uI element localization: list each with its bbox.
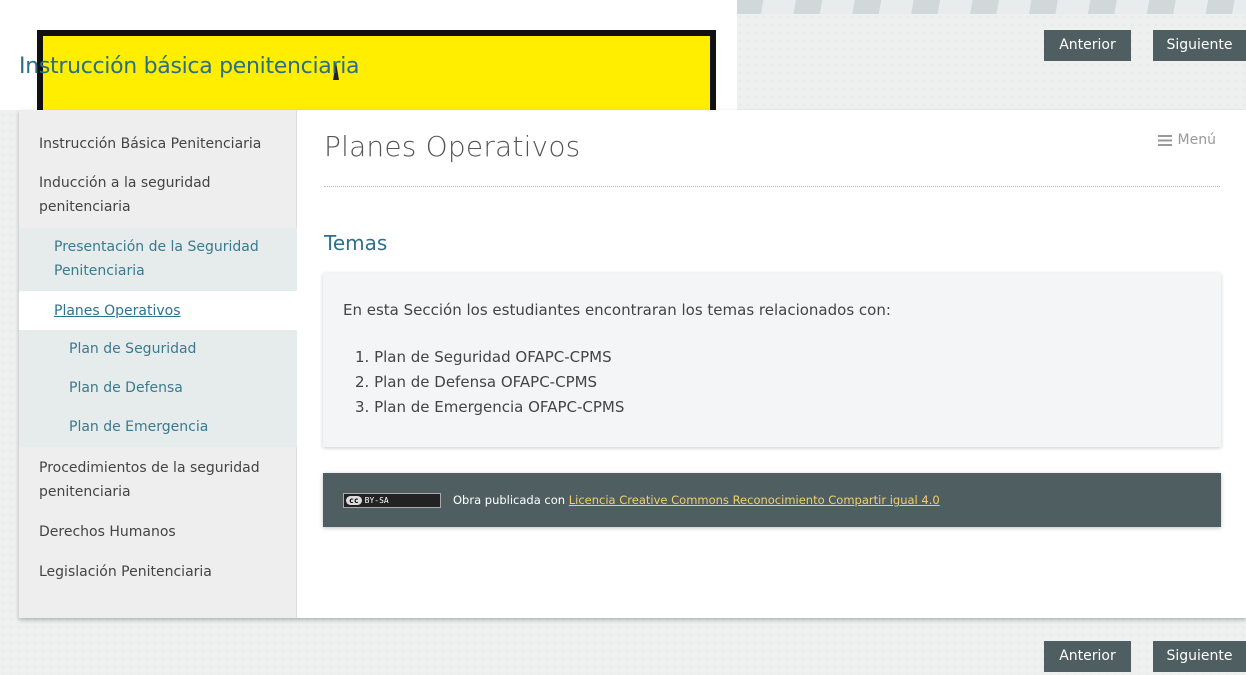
sidebar-item-label: Presentación de la Seguridad Penitenciar…: [54, 239, 259, 279]
sidebar-item-presentacion[interactable]: Presentación de la Seguridad Penitenciar…: [19, 228, 297, 291]
sidebar-item-plan-emergencia[interactable]: Plan de Emergencia: [19, 408, 297, 447]
list-item: 1. Plan de Seguridad OFAPC-CPMS: [355, 348, 612, 366]
sidebar-item-label: Plan de Defensa: [69, 380, 183, 396]
next-button-top[interactable]: Siguiente: [1153, 30, 1246, 61]
sidebar-item-label: Plan de Emergencia: [69, 419, 209, 435]
menu-label: Menú: [1177, 132, 1216, 148]
prev-button-bottom[interactable]: Anterior: [1044, 641, 1131, 672]
cc-badge-text: BY-SA: [364, 495, 389, 505]
sidebar-item-label: Plan de Seguridad: [69, 341, 197, 357]
sidebar-item-procedimientos[interactable]: Procedimientos de la seguridad penitenci…: [19, 456, 297, 506]
sidebar-item-label: Instrucción Básica Penitenciaria: [39, 136, 262, 152]
next-button-bottom[interactable]: Siguiente: [1153, 641, 1246, 672]
menu-toggle[interactable]: Menú: [1157, 132, 1216, 148]
list-item: 3. Plan de Emergencia OFAPC-CPMS: [355, 398, 625, 416]
list-item: 2. Plan de Defensa OFAPC-CPMS: [355, 373, 598, 391]
intro-text: En esta Sección los estudiantes encontra…: [343, 301, 891, 319]
section-title: Temas: [324, 231, 388, 255]
cc-by-sa-badge[interactable]: cc BY-SA: [343, 492, 441, 508]
license-bar: cc BY-SA Obra publicada con Licencia Cre…: [323, 473, 1221, 527]
sidebar-item-instruccion[interactable]: Instrucción Básica Penitenciaria: [19, 132, 297, 158]
sidebar-item-legislacion[interactable]: Legislación Penitenciaria: [19, 560, 297, 586]
sidebar-item-label: Planes Operativos: [54, 303, 181, 319]
sidebar-item-planes-operativos[interactable]: Planes Operativos: [19, 291, 297, 330]
topics-list: 1. Plan de Seguridad OFAPC-CPMS 2. Plan …: [355, 345, 624, 420]
license-link[interactable]: Licencia Creative Commons Reconocimiento…: [569, 493, 940, 507]
sidebar-item-label: Derechos Humanos: [39, 524, 176, 540]
sidebar-item-label: Legislación Penitenciaria: [39, 564, 212, 580]
license-text: Obra publicada con Licencia Creative Com…: [453, 493, 940, 507]
license-prefix: Obra publicada con: [453, 493, 566, 507]
title-divider: [324, 186, 1220, 187]
site-title: Instrucción básica penitenciaria: [19, 54, 360, 79]
sidebar-item-plan-defensa[interactable]: Plan de Defensa: [19, 369, 297, 408]
topics-box: En esta Sección los estudiantes encontra…: [323, 273, 1221, 447]
main-content: Planes Operativos Menú Temas En esta Sec…: [297, 110, 1246, 618]
sidebar-nav: Instrucción Básica Penitenciaria Inducci…: [19, 110, 297, 618]
sidebar-item-derechos-humanos[interactable]: Derechos Humanos: [19, 520, 297, 546]
sidebar-item-label: Procedimientos de la seguridad penitenci…: [39, 460, 260, 500]
sidebar-item-label: Inducción a la seguridad penitenciaria: [39, 175, 211, 215]
page-title: Planes Operativos: [324, 130, 581, 163]
hamburger-icon: [1157, 134, 1172, 146]
sidebar-item-plan-seguridad[interactable]: Plan de Seguridad: [19, 330, 297, 369]
cc-badge-icon: cc: [346, 495, 362, 505]
prev-button-top[interactable]: Anterior: [1044, 30, 1131, 61]
content-card: Instrucción Básica Penitenciaria Inducci…: [19, 110, 1246, 618]
sidebar-item-induccion[interactable]: Inducción a la seguridad penitenciaria: [19, 171, 297, 221]
